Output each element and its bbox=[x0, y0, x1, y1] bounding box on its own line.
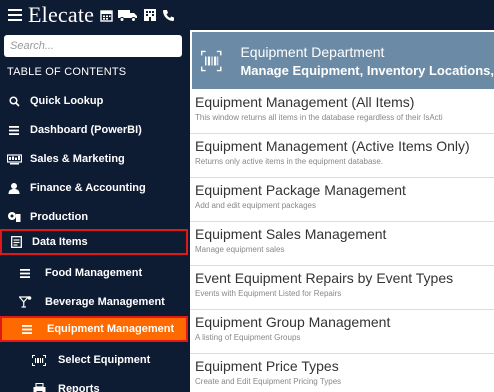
list-item[interactable]: Equipment Price Types Create and Edit Eq… bbox=[190, 354, 494, 392]
menu-icon[interactable] bbox=[8, 9, 22, 21]
department-subtitle: Manage Equipment, Inventory Locations, bbox=[240, 62, 494, 78]
sidebar-item-data-items[interactable]: Data Items bbox=[0, 229, 188, 255]
sidebar: TABLE OF CONTENTS Quick Lookup Dashboard… bbox=[0, 30, 190, 392]
sidebar-item-sales-marketing[interactable]: Sales & Marketing bbox=[0, 146, 190, 172]
sidebar-item-label: Quick Lookup bbox=[30, 95, 104, 107]
sidebar-item-label: Beverage Management bbox=[45, 296, 165, 308]
list-item[interactable]: Event Equipment Repairs by Event Types E… bbox=[190, 266, 494, 310]
list-item-title: Equipment Management (All Items) bbox=[195, 94, 415, 110]
list-icon bbox=[17, 266, 33, 280]
sidebar-item-quick-lookup[interactable]: Quick Lookup bbox=[0, 88, 190, 114]
sidebar-item-finance-accounting[interactable]: Finance & Accounting bbox=[0, 175, 190, 201]
header-icons bbox=[100, 8, 175, 22]
list-item[interactable]: Equipment Management (Active Items Only)… bbox=[190, 134, 494, 178]
list-item-description: This window returns all items in the dat… bbox=[195, 113, 443, 122]
search-input[interactable] bbox=[4, 35, 182, 57]
list-item-description: Returns only active items in the equipme… bbox=[195, 157, 384, 166]
sidebar-item-select-equipment[interactable]: Select Equipment bbox=[0, 347, 190, 373]
top-bar: Elecate bbox=[0, 0, 494, 30]
list-item-title: Equipment Price Types bbox=[195, 358, 339, 374]
list-item-description: Manage equipment sales bbox=[195, 245, 285, 254]
sidebar-item-label: Sales & Marketing bbox=[30, 153, 125, 165]
sidebar-item-label: Reports bbox=[58, 383, 100, 392]
sidebar-item-reports[interactable]: Reports bbox=[0, 376, 190, 392]
search-icon bbox=[6, 94, 22, 108]
data-items-icon bbox=[8, 235, 24, 249]
list-icon bbox=[6, 123, 22, 137]
list-item-title: Equipment Group Management bbox=[195, 314, 391, 330]
department-header: Equipment Department Manage Equipment, I… bbox=[192, 32, 494, 89]
print-icon bbox=[31, 382, 47, 392]
sidebar-item-label: Data Items bbox=[32, 236, 88, 248]
app-window: Elecate TABLE OF CONTENTS Quick Lookup bbox=[0, 0, 494, 392]
sidebar-item-food-management[interactable]: Food Management bbox=[0, 260, 190, 286]
sidebar-item-label: Select Equipment bbox=[58, 354, 151, 366]
sales-icon bbox=[6, 152, 22, 166]
list-item[interactable]: Equipment Package Management Add and edi… bbox=[190, 178, 494, 222]
list-item-title: Equipment Sales Management bbox=[195, 226, 387, 242]
list-item-title: Equipment Package Management bbox=[195, 182, 406, 198]
toc-heading: TABLE OF CONTENTS bbox=[7, 66, 127, 78]
list-item-description: Events with Equipment Listed for Repairs bbox=[195, 289, 342, 298]
list-item-title: Equipment Management (Active Items Only) bbox=[195, 138, 470, 154]
sidebar-item-label: Production bbox=[30, 211, 89, 223]
main-content: Equipment Department Manage Equipment, I… bbox=[190, 30, 494, 392]
sidebar-item-label: Finance & Accounting bbox=[30, 182, 146, 194]
list-item-description: Create and Edit Equipment Pricing Types bbox=[195, 377, 342, 386]
cocktail-icon bbox=[17, 295, 33, 309]
list-item-description: A listing of Equipment Groups bbox=[195, 333, 301, 342]
phone-icon[interactable] bbox=[162, 9, 175, 22]
production-icon bbox=[6, 210, 22, 224]
sidebar-item-production[interactable]: Production bbox=[0, 204, 190, 230]
list-item-title: Event Equipment Repairs by Event Types bbox=[195, 270, 454, 286]
list-item[interactable]: Equipment Sales Management Manage equipm… bbox=[190, 222, 494, 266]
sidebar-item-label: Equipment Management bbox=[47, 323, 175, 335]
finance-icon bbox=[6, 181, 22, 195]
list-item[interactable]: Equipment Management (All Items) This wi… bbox=[190, 90, 494, 134]
calendar-icon[interactable] bbox=[100, 9, 113, 22]
sidebar-item-label: Dashboard (PowerBI) bbox=[30, 124, 142, 136]
sidebar-item-beverage-management[interactable]: Beverage Management bbox=[0, 289, 190, 315]
list-item-description: Add and edit equipment packages bbox=[195, 201, 316, 210]
list-item[interactable]: Equipment Group Management A listing of … bbox=[190, 310, 494, 354]
sidebar-item-equipment-management[interactable]: Equipment Management bbox=[0, 316, 188, 342]
department-title: Equipment Department bbox=[240, 43, 385, 60]
sidebar-item-label: Food Management bbox=[45, 267, 143, 279]
brand-logo: Elecate bbox=[28, 2, 95, 27]
truck-icon[interactable] bbox=[118, 9, 138, 22]
building-icon[interactable] bbox=[143, 8, 157, 22]
list-icon bbox=[19, 322, 35, 336]
barcode-icon bbox=[200, 50, 222, 71]
barcode-icon bbox=[31, 353, 47, 367]
sidebar-item-dashboard[interactable]: Dashboard (PowerBI) bbox=[0, 117, 190, 143]
